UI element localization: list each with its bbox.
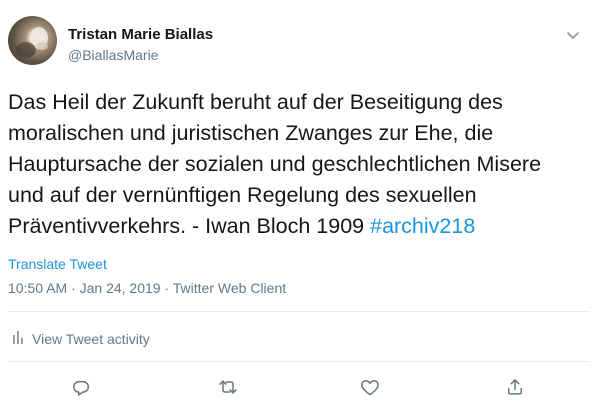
share-icon[interactable] — [500, 372, 530, 402]
tweet-client[interactable]: Twitter Web Client — [173, 280, 286, 296]
meta-separator: · — [71, 280, 76, 296]
divider — [8, 361, 590, 362]
tweet-card: Tristan Marie Biallas @BiallasMarie Das … — [0, 0, 596, 419]
tweet-meta: 10:50 AM · Jan 24, 2019 · Twitter Web Cl… — [8, 279, 286, 297]
tweet-header: Tristan Marie Biallas @BiallasMarie — [8, 16, 588, 72]
author-handle[interactable]: @BiallasMarie — [68, 45, 213, 65]
meta-separator: · — [164, 280, 170, 296]
author-display-name[interactable]: Tristan Marie Biallas — [68, 25, 213, 45]
divider — [8, 311, 590, 312]
tweet-actions — [0, 372, 596, 402]
author-names: Tristan Marie Biallas @BiallasMarie — [68, 25, 213, 65]
bar-chart-icon — [12, 330, 32, 347]
retweet-icon[interactable] — [213, 372, 243, 402]
heart-icon[interactable] — [355, 372, 385, 402]
tweet-time[interactable]: 10:50 AM — [8, 280, 67, 296]
translate-tweet-link[interactable]: Translate Tweet — [8, 256, 107, 272]
view-tweet-activity-label: View Tweet activity — [32, 330, 150, 347]
hashtag-link[interactable]: #archiv218 — [370, 214, 475, 238]
view-tweet-activity[interactable]: View Tweet activity — [12, 330, 150, 347]
avatar[interactable] — [8, 16, 57, 65]
tweet-text: Das Heil der Zukunft beruht auf der Bese… — [8, 87, 568, 242]
chevron-down-icon[interactable] — [564, 26, 582, 44]
reply-icon[interactable] — [66, 372, 96, 402]
tweet-date[interactable]: Jan 24, 2019 — [80, 280, 161, 296]
